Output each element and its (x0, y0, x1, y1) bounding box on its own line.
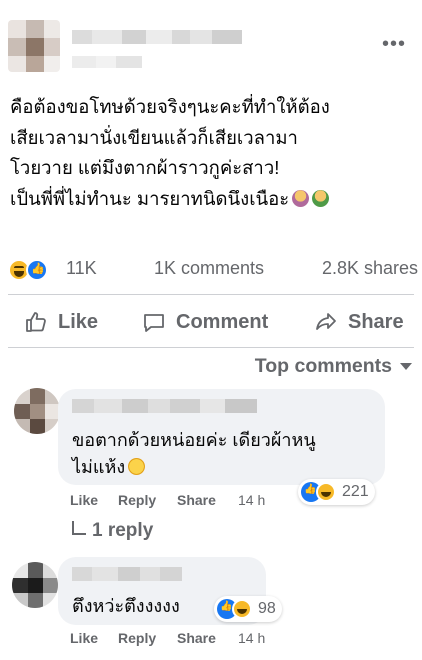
comment-like-link[interactable]: Like (70, 492, 98, 508)
comment-button[interactable]: Comment (142, 310, 268, 334)
thumbs-up-icon (26, 312, 46, 332)
comment-avatar[interactable] (12, 562, 58, 608)
author-name-blurred[interactable] (72, 30, 242, 44)
commenter-name-blurred[interactable] (72, 399, 257, 413)
comment-avatar[interactable] (14, 388, 60, 434)
comment-time: 14 h (238, 630, 266, 646)
comments-count[interactable]: 1K comments (154, 258, 264, 279)
post-timestamp-blurred (72, 56, 142, 68)
post-header: ••• (0, 0, 422, 80)
like-reaction-icon (26, 259, 48, 281)
comment-share-link[interactable]: Share (177, 492, 216, 508)
post-text-line: โวยวาย แต่มึงตากผ้าราวกูค่ะสาว! (10, 157, 280, 178)
post-text-line: เสียเวลามานั่งเขียนแล้วก็เสียเวลามา (10, 126, 298, 148)
author-avatar[interactable] (8, 20, 60, 72)
post-actions: Like Comment Share (0, 302, 422, 344)
comment-share-link[interactable]: Share (177, 630, 216, 646)
speech-bubble-icon (144, 314, 164, 332)
haha-reaction-icon (232, 599, 252, 619)
divider (8, 294, 414, 295)
comment-meta: Like Reply Share 14 h (70, 492, 290, 510)
post-stats: 11K 1K comments 2.8K shares (8, 256, 418, 284)
rolling-laughing-emoji (128, 458, 146, 475)
comment-reactions[interactable]: 221 (298, 479, 375, 505)
comment-text: ตึงหว่ะตึงงงงง (72, 596, 180, 616)
shares-count[interactable]: 2.8K shares (322, 258, 418, 279)
comment-text-line: ไม่แห้ง (72, 452, 146, 482)
person-facepalming-emoji (292, 189, 310, 207)
view-replies-link[interactable]: 1 reply (72, 520, 153, 542)
comment-meta: Like Reply Share 14 h (70, 630, 290, 648)
reaction-count[interactable]: 11K (66, 258, 97, 279)
post-text-line: คือต้องขอโทษด้วยจริงๆนะคะที่ทำให้ต้อง (10, 96, 330, 117)
divider (8, 347, 414, 348)
more-options-button[interactable]: ••• (382, 34, 406, 54)
comments-sort-dropdown[interactable]: Top comments (255, 355, 412, 378)
comment-reactions[interactable]: 98 (214, 596, 282, 622)
haha-reaction-icon (316, 482, 336, 502)
comment-time: 14 h (238, 492, 266, 508)
person-shrugging-emoji (312, 189, 330, 207)
share-button[interactable]: Share (314, 310, 404, 334)
comment-reply-link[interactable]: Reply (118, 630, 156, 646)
reaction-icons[interactable] (8, 258, 60, 282)
comment-bubble: ขอตากด้วยหน่อยค่ะ เดียวผ้าหนู ไม่แห้ง (58, 389, 385, 485)
commenter-name-blurred[interactable] (72, 567, 182, 581)
comment-reply-link[interactable]: Reply (118, 492, 156, 508)
post-text-line-last: เป็นพี่พี่ไม่ทำนะ มารยาทนิดนึงเนือะ (10, 184, 415, 215)
post-body: คือต้องขอโทษด้วยจริงๆนะคะที่ทำให้ต้อง เส… (10, 92, 415, 214)
comment-text-line: ขอตากด้วยหน่อยค่ะ เดียวผ้าหนู (72, 430, 316, 450)
share-arrow-icon (316, 313, 336, 330)
reply-arrow-icon (72, 521, 86, 535)
caret-down-icon (400, 363, 412, 370)
comment-like-link[interactable]: Like (70, 630, 98, 646)
like-button[interactable]: Like (24, 310, 98, 334)
